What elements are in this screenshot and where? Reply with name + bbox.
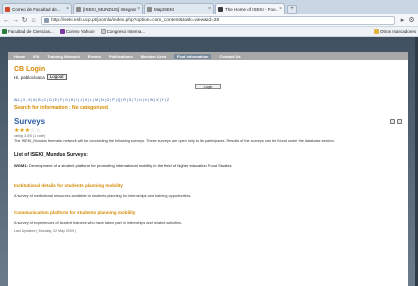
surveys-list-title: List of ISEKI_Mundus Surveys: [14, 152, 88, 158]
bookmark-icon [2, 29, 7, 34]
page-info-icon [44, 17, 49, 23]
section-desc-institutional: A survey of institutional resources avai… [14, 194, 192, 198]
close-icon[interactable]: × [137, 6, 140, 12]
login-greeting: Hi, pablocloaca [14, 74, 45, 80]
search-info-heading: Search for information : No categorized [14, 105, 108, 111]
pdf-icon[interactable] [390, 119, 395, 124]
browser-tab-iseki-mundus[interactable]: [ISEKI_MUNDUS] Integratio... × [73, 3, 143, 14]
section-title-communication[interactable]: Communication platform for students plan… [14, 210, 402, 215]
new-tab-button[interactable]: + [287, 5, 297, 14]
section-title-institutional[interactable]: Institutional details for students plann… [14, 183, 402, 188]
rating-text: rating 3.0/5 (1 vote) [14, 134, 46, 138]
menu-publications[interactable]: Publications [109, 54, 133, 59]
tab-label: MapISEKI [154, 6, 175, 12]
login-button[interactable]: Login [194, 84, 222, 89]
alphabet-index[interactable]: ALL | 0 - 9 | A | B | C | D | E | F | G … [14, 98, 402, 102]
article-tools [388, 119, 402, 124]
tab-label: Correo de Facultad de... [12, 6, 61, 12]
url-text: http://iseki.esb.ucp.pt/joomla/index.php… [51, 17, 220, 23]
star-rating[interactable]: ★★★☆☆ [14, 127, 402, 134]
tab-strip: Correo de Facultad de... × [ISEKI_MUNDUS… [0, 0, 418, 14]
bookmark-label: Facultad de Ciencias... [8, 29, 54, 34]
survey-description: The ISEKI_Mundus thematic network will b… [14, 139, 335, 143]
other-bookmarks[interactable]: Otros marcadores [373, 29, 416, 34]
page-viewport: Home IFA Training Network Events Publica… [0, 37, 418, 286]
menu-events[interactable]: Events [88, 54, 101, 59]
forward-icon[interactable]: → [11, 16, 20, 25]
home-icon[interactable]: ⌂ [29, 16, 38, 25]
reload-icon[interactable]: ↻ [20, 16, 29, 25]
close-icon[interactable]: × [208, 6, 211, 12]
print-icon[interactable] [397, 119, 402, 124]
mail-icon [5, 6, 10, 12]
browser-tab-mapiseki[interactable]: MapISEKI × [144, 3, 214, 14]
menu-home[interactable]: Home [14, 54, 25, 59]
page-title: Surveys [14, 117, 46, 126]
close-icon[interactable]: × [66, 6, 69, 12]
back-icon[interactable]: ← [2, 16, 11, 25]
wgm-text: Development of a student platform for pr… [28, 163, 232, 168]
browser-tab-iseki-home[interactable]: The Home of ISEKI - Foo... × [215, 3, 285, 14]
login-title: CB Login [14, 66, 46, 73]
site-container: Home IFA Training Network Events Publica… [8, 52, 408, 286]
menu-training-network[interactable]: Training Network [47, 54, 79, 59]
menu-contact-us[interactable]: Contact Us [219, 54, 240, 59]
page-icon [76, 6, 81, 12]
bookmark-yahoo[interactable]: Correo Yahoo! [59, 29, 95, 34]
menu-ifa[interactable]: IFA [33, 54, 39, 59]
bookmark-facultad[interactable]: Facultad de Ciencias... [2, 29, 54, 34]
bookmarks-bar: Facultad de Ciencias... Correo Yahoo! Co… [0, 27, 418, 37]
wgm-line: WGM1: Development of a student platform … [14, 163, 402, 168]
logout-button[interactable]: Logout [46, 74, 67, 80]
site-menu: Home IFA Training Network Events Publica… [8, 52, 408, 60]
bookmark-label: Congreso Interna... [106, 29, 146, 34]
page-icon [218, 6, 223, 12]
bookmark-icon [100, 29, 106, 34]
login-row: Hi, pablocloaca Logout [14, 74, 402, 80]
wgm-label: WGM1: [14, 163, 28, 168]
last-updated: Last Updated ( Monday, 22 May 2009 ) [14, 229, 77, 233]
wrench-icon[interactable]: ⚙ [407, 16, 416, 25]
bookmark-icon [59, 29, 65, 34]
browser-toolbar: ← → ↻ ⌂ http://iseki.esb.ucp.pt/joomla/i… [0, 14, 418, 27]
page-menu-icon[interactable]: ▸ [398, 16, 407, 25]
menu-member-area[interactable]: Member Area [141, 54, 166, 59]
close-icon[interactable]: × [279, 6, 282, 12]
folder-icon [373, 29, 379, 34]
bookmark-label: Otros marcadores [379, 29, 416, 34]
menu-find-information[interactable]: Find Information [173, 53, 212, 59]
bookmark-label: Correo Yahoo! [65, 29, 95, 34]
main-content: CB Login Hi, pablocloaca Logout Login AL… [8, 60, 408, 237]
page-icon [147, 6, 152, 12]
address-bar[interactable]: http://iseki.esb.ucp.pt/joomla/index.php… [41, 15, 395, 25]
bookmark-congreso[interactable]: Congreso Interna... [100, 29, 146, 34]
tab-label: [ISEKI_MUNDUS] Integratio... [83, 6, 136, 12]
login-button-wrap: Login [14, 84, 402, 90]
browser-tab-correo[interactable]: Correo de Facultad de... × [2, 3, 72, 14]
tab-label: The Home of ISEKI - Foo... [225, 6, 279, 12]
surveys-header: Surveys [14, 117, 402, 126]
section-desc-communication: A survey of experiences of student train… [14, 221, 183, 225]
